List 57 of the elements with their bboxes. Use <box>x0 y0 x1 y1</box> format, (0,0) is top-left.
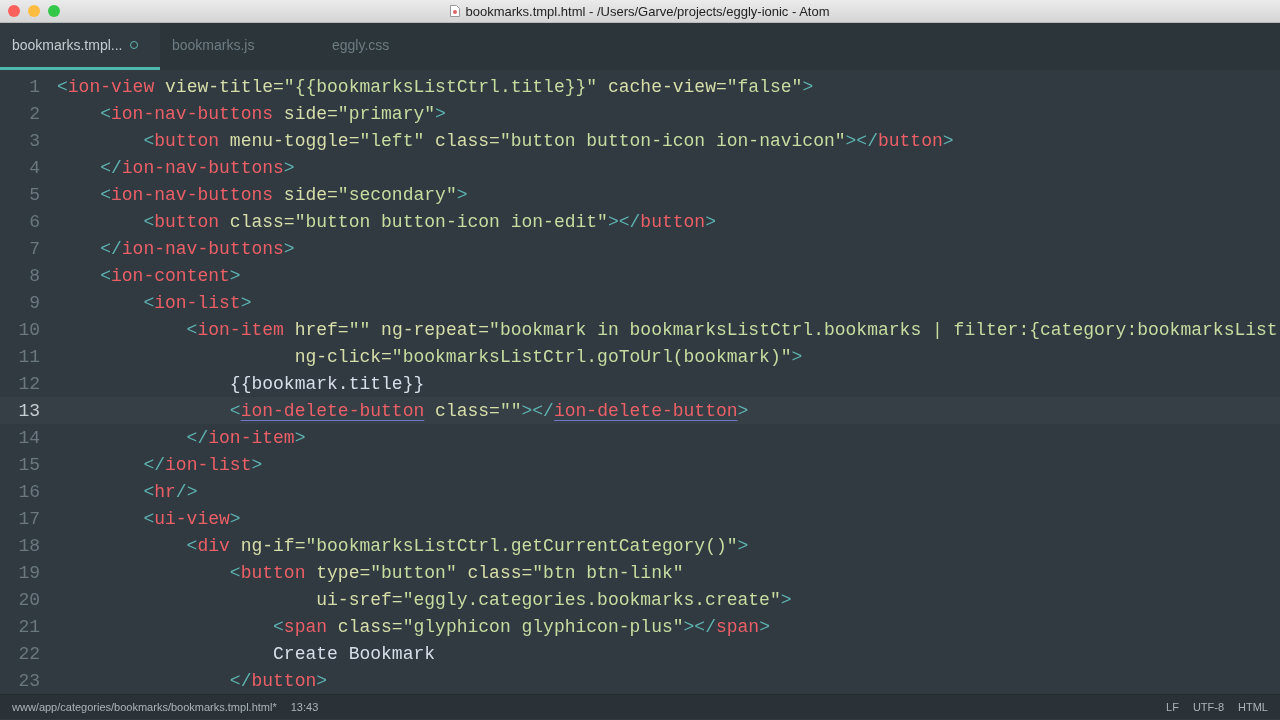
code-line: ui-sref="eggly.categories.bookmarks.create"> <box>315 589 792 610</box>
line-number: 22 <box>17 643 41 664</box>
line-number: 8 <box>28 265 41 286</box>
line-number: 2 <box>28 103 41 124</box>
code-line: <ion-delete-button class=""></ion-delete-button> <box>228 400 749 421</box>
line-number: 16 <box>17 481 41 502</box>
line-number: 23 <box>17 670 41 691</box>
code-line: </ion-list> <box>142 454 263 475</box>
code-line: <ion-list> <box>142 292 252 313</box>
code-line: <button class="button button-icon ion-edit"></button> <box>142 211 716 232</box>
file-icon <box>450 5 461 17</box>
code-line: <button type="button" class="btn btn-link" <box>228 562 684 583</box>
line-number: 21 <box>17 616 41 637</box>
line-number: 6 <box>28 211 41 232</box>
line-number: 20 <box>17 589 41 610</box>
code-line: <button menu-toggle="left" class="button button-icon ion-navicon"></button> <box>142 130 954 151</box>
code-line: </button> <box>228 670 328 691</box>
line-number: 11 <box>17 346 41 367</box>
code-line: </ion-nav-buttons> <box>99 238 295 259</box>
code-line: </ion-nav-buttons> <box>99 157 295 178</box>
code-line: <ion-nav-buttons side="primary"> <box>99 103 446 124</box>
code-line: {{bookmark.title}} <box>228 373 425 394</box>
line-number: 4 <box>28 157 41 178</box>
code-line: <ion-content> <box>99 265 241 286</box>
file-path[interactable]: www/app/categories/bookmarks/bookmarks.tmpl.html* <box>12 701 277 713</box>
cursor-position[interactable]: 13:43 <box>290 701 319 713</box>
zoom-button[interactable] <box>48 5 60 17</box>
line-number: 10 <box>17 319 41 340</box>
window-title: bookmarks.tmpl.html - /Users/Garve/projects/eggly-ionic - Atom <box>465 3 830 19</box>
grammar[interactable]: HTML <box>1238 701 1268 713</box>
line-number: 15 <box>17 454 41 475</box>
code-line: <ion-nav-buttons side="secondary"> <box>99 184 468 205</box>
line-number: 1 <box>28 76 41 97</box>
line-number: 5 <box>28 184 41 205</box>
line-number: 19 <box>17 562 41 583</box>
line-number: 18 <box>17 535 41 556</box>
code-line: <span class="glyphicon glyphicon-plus"></span> <box>272 616 770 637</box>
line-number: 12 <box>17 373 41 394</box>
close-button[interactable] <box>8 5 20 17</box>
code-line: Create Bookmark <box>272 643 436 664</box>
line-number: 3 <box>28 130 41 151</box>
line-number: 14 <box>17 427 41 448</box>
code-line: ng-click="bookmarksListCtrl.goToUrl(bookmark)"> <box>293 346 803 367</box>
code-line: <ui-view> <box>142 508 241 529</box>
code-line: </ion-item> <box>185 427 306 448</box>
editor-tab[interactable]: bookmarks.tmpl... <box>0 23 160 70</box>
line-number: 17 <box>17 508 41 529</box>
code-line: <div ng-if="bookmarksListCtrl.getCurrentCategory()"> <box>185 535 749 556</box>
encoding[interactable]: UTF-8 <box>1192 701 1225 713</box>
code-line: <ion-item href="" ng-repeat="bookmark in bookmarksListCtrl.bookmarks | filter:{category:bookmarksList <box>185 319 1278 340</box>
line-number: 7 <box>28 238 41 259</box>
line-number: 13 <box>17 400 41 421</box>
line-ending[interactable]: LF <box>1166 701 1179 713</box>
line-number: 9 <box>28 292 41 313</box>
code-line: <hr/> <box>142 481 198 502</box>
code-line: <ion-view view-title="{{bookmarksListCtrl.title}}" cache-view="false"> <box>57 76 814 97</box>
minimize-button[interactable] <box>28 5 40 17</box>
